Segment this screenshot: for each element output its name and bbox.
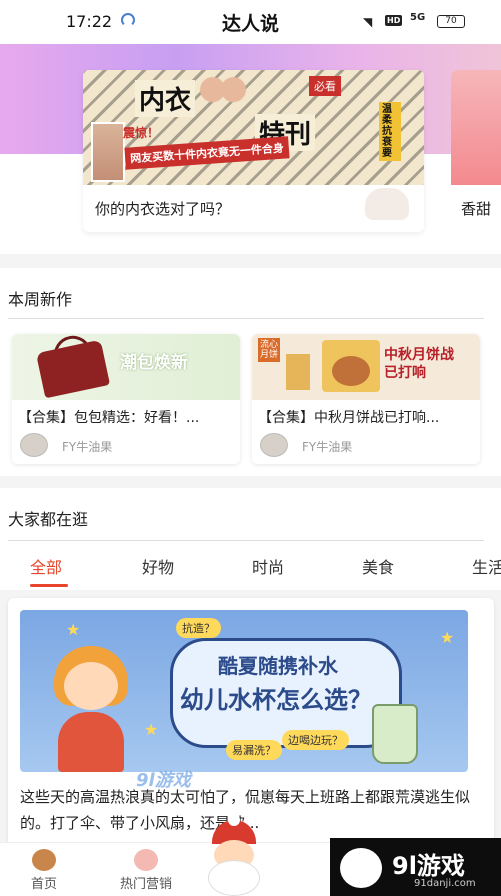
santa-pom xyxy=(228,814,240,826)
wifi-icon: ◥ xyxy=(363,15,373,29)
mooncake-image: 流心月饼 中秋月饼战已打响 xyxy=(252,334,480,400)
mooncake-image-text: 中秋月饼战已打响 xyxy=(384,347,454,381)
browse-title: 大家都在逛 xyxy=(8,510,89,529)
article-image: ★ ★ ★ 酷夏随携补水 幼儿水杯怎么选？ 抗造？ 边喝边玩？ 易漏洗？ xyxy=(20,610,468,772)
watermark-logo: 9l游戏 91danji.com xyxy=(330,838,501,896)
child-illustration xyxy=(48,646,134,772)
weekly-item-mooncake[interactable]: 流心月饼 中秋月饼战已打响 【合集】中秋月饼战已打响... FY牛油果 xyxy=(252,334,480,464)
child-body xyxy=(58,712,124,772)
category-tabs: 全部 好物 时尚 美食 生活 xyxy=(0,544,501,590)
weekly-item-bags[interactable]: 潮包焕新 【合集】包包精选：好看！... FY牛油果 xyxy=(12,334,240,464)
cup-icon xyxy=(372,704,418,764)
signal-icon: 5G xyxy=(410,12,426,23)
tab-goods[interactable]: 好物 xyxy=(142,554,174,578)
weekly-divider xyxy=(8,318,484,319)
child-face xyxy=(64,662,118,710)
side-caption: 香甜 xyxy=(461,200,492,218)
bra-thumbnail xyxy=(365,188,409,220)
avatar xyxy=(260,433,288,457)
author-name: FY牛油果 xyxy=(62,440,113,454)
battery-icon: 70 xyxy=(437,15,465,28)
bag-image: 潮包焕新 xyxy=(12,334,240,400)
nav-home-label: 首页 xyxy=(30,877,57,892)
watermark-logo-text: 9l游戏 xyxy=(392,852,465,880)
poster-side-strip: 温柔抗衰要 xyxy=(379,102,401,161)
banner-card-side[interactable]: 香甜 xyxy=(451,70,501,232)
weekly-item-label: 【合集】包包精选：好看！... xyxy=(18,410,200,426)
star-icon: ★ xyxy=(440,628,455,647)
santa-beard xyxy=(208,860,260,896)
weekly-section: 本周新作 潮包焕新 【合集】包包精选：好看！... FY牛油果 流心月饼 中秋月… xyxy=(0,268,501,476)
avatar xyxy=(20,433,48,457)
reindeer-icon xyxy=(32,849,56,871)
browse-section: 大家都在逛 xyxy=(0,488,501,544)
browse-divider xyxy=(8,540,484,541)
nav-hot-marketing[interactable]: 热门营销 xyxy=(106,843,186,896)
tab-active-indicator xyxy=(30,584,68,587)
image-headline-2: 幼儿水杯怎么选？ xyxy=(180,686,372,714)
side-poster-image xyxy=(451,70,501,185)
banner-poster-image: 内衣 特刊 必看 震惊！ 网友买数十件内衣竟无一件合身 温柔抗衰要 xyxy=(83,70,424,185)
tab-life[interactable]: 生活 xyxy=(472,554,501,578)
bag-image-text: 潮包焕新 xyxy=(120,353,188,373)
image-headline-1: 酷夏随携补水 xyxy=(218,654,338,678)
page-title: 达人说 xyxy=(221,13,279,35)
pig-icon xyxy=(134,849,158,871)
star-icon: ★ xyxy=(144,720,159,739)
tab-fashion[interactable]: 时尚 xyxy=(252,554,284,578)
poster-badge: 必看 xyxy=(309,76,341,96)
article-card[interactable]: ★ ★ ★ 酷夏随携补水 幼儿水杯怎么选？ 抗造？ 边喝边玩？ 易漏洗？ 这些天… xyxy=(8,598,494,850)
weekly-item-label: 【合集】中秋月饼战已打响... xyxy=(258,410,440,426)
watermark-logo-url: 91danji.com xyxy=(414,878,476,889)
banner-caption: 你的内衣选对了吗？ xyxy=(95,200,231,218)
weekly-title: 本周新作 xyxy=(8,290,73,309)
nav-home[interactable]: 首页 xyxy=(4,843,84,896)
status-bar: 17:22 达人说 ◥ HD 5G 70 xyxy=(0,0,501,44)
banner-card-main[interactable]: 内衣 特刊 必看 震惊！ 网友买数十件内衣竟无一件合身 温柔抗衰要 你的内衣选对… xyxy=(83,70,424,232)
tab-all[interactable]: 全部 xyxy=(30,554,62,578)
bag-icon xyxy=(35,339,111,399)
star-icon: ★ xyxy=(66,620,81,639)
nav-hot-marketing-label: 热门营销 xyxy=(119,877,172,892)
image-tag: 边喝边玩？ xyxy=(282,730,349,750)
poster-warn: 震惊！ xyxy=(123,126,160,140)
tab-food[interactable]: 美食 xyxy=(362,554,394,578)
santa-icon[interactable] xyxy=(202,814,266,896)
watermark-logo-icon xyxy=(340,848,382,888)
mooncake-box-small xyxy=(286,354,310,390)
hd-badge: HD xyxy=(385,15,403,26)
image-tag: 抗造？ xyxy=(176,618,221,638)
poster-title-1: 内衣 xyxy=(135,80,196,117)
watermark-center: 9l游戏 xyxy=(136,770,191,791)
mooncake-icon xyxy=(332,356,370,386)
image-tag: 易漏洗？ xyxy=(226,740,282,760)
poster-photo xyxy=(91,122,125,182)
author-name: FY牛油果 xyxy=(302,440,353,454)
mooncake-tag: 流心月饼 xyxy=(258,338,280,362)
